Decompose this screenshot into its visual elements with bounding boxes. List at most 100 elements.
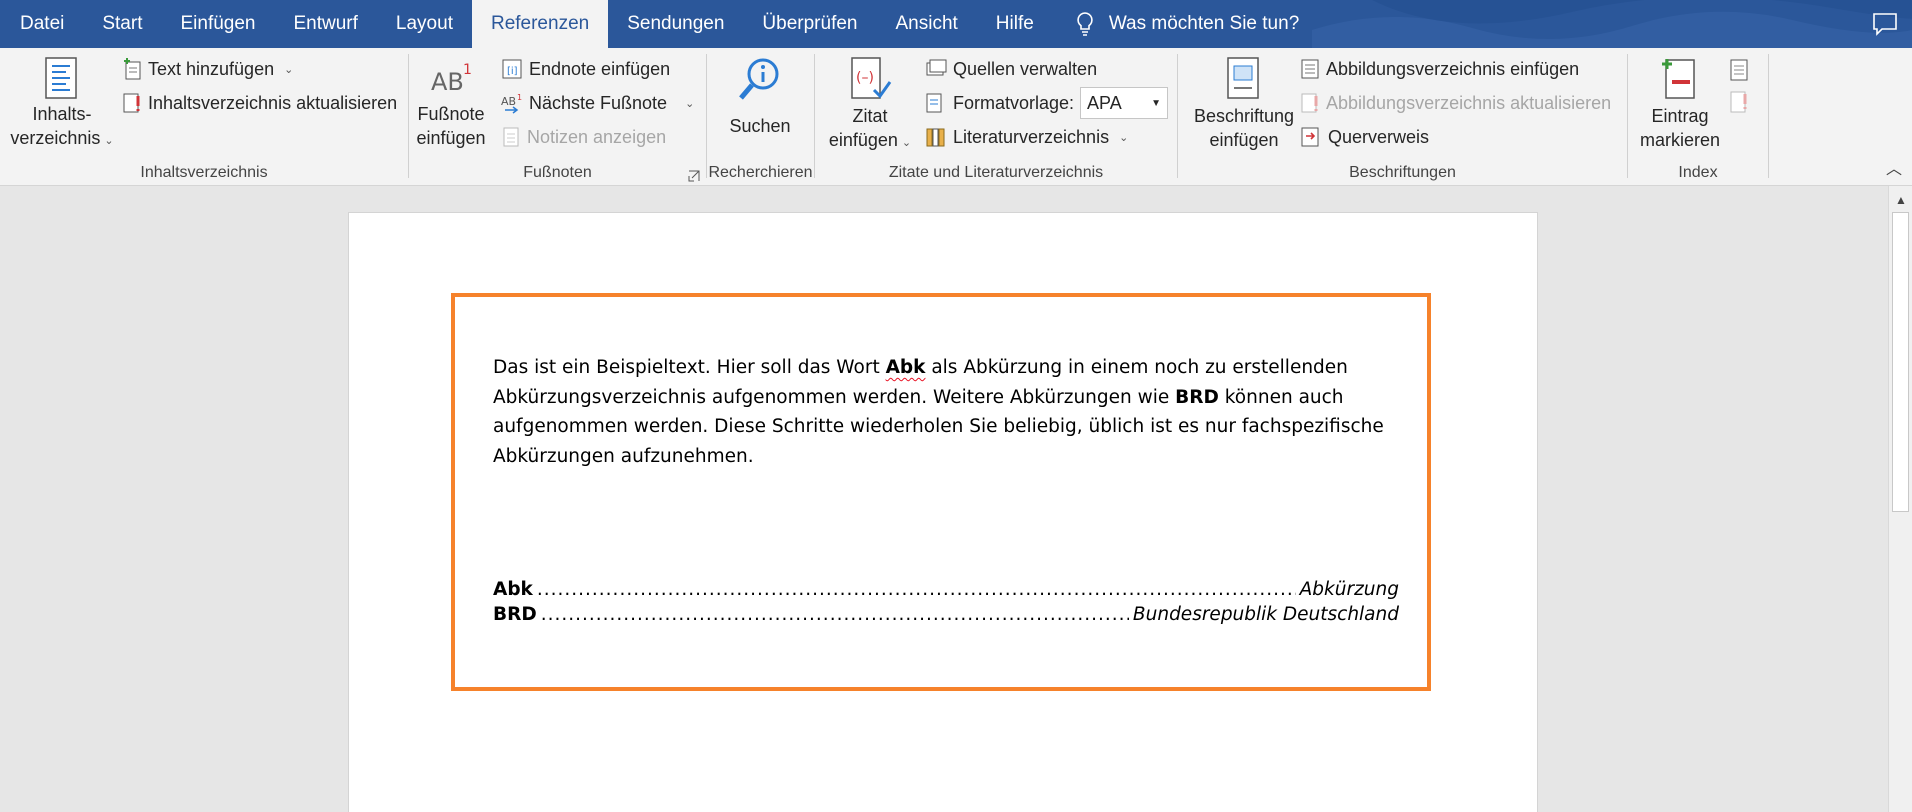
add-text-label: Text hinzufügen: [148, 58, 275, 79]
scroll-thumb[interactable]: [1892, 212, 1909, 512]
update-tof-label: Abbildungsverzeichnis aktualisieren: [1326, 92, 1612, 113]
toc-label-1: Inhalts-: [32, 104, 92, 124]
separator: [1768, 54, 1769, 178]
cross-reference-label: Querverweis: [1328, 126, 1430, 147]
insert-caption-button[interactable]: Beschriftung einfügen: [1190, 56, 1298, 152]
tab-referenzen[interactable]: Referenzen: [471, 0, 609, 48]
next-footnote-icon: AB 1: [501, 93, 522, 114]
abbreviation-abk: Abk: [885, 357, 926, 378]
insert-index-icon[interactable]: [1728, 58, 1750, 82]
style-select-value: APA: [1087, 92, 1122, 113]
manage-sources-icon: [926, 59, 947, 76]
dot-leader: [537, 579, 1296, 600]
abbreviation-brd: BRD: [1175, 386, 1219, 408]
mark-entry-icon: [1662, 59, 1695, 99]
entry-term: Abk: [493, 579, 533, 600]
manage-sources-label: Quellen verwalten: [953, 58, 1098, 79]
update-tof-button[interactable]: Abbildungsverzeichnis aktualisieren: [1300, 88, 1611, 118]
search-button[interactable]: Suchen: [717, 56, 803, 138]
svg-text:[i]: [i]: [507, 66, 518, 77]
group-zitate: (–) Zitat einfügen ⌄ Quellen verwalten Fo…: [815, 48, 1177, 186]
citation-icon: (–): [851, 57, 892, 99]
group-recherchieren: Suchen Recherchieren: [707, 48, 814, 186]
insert-endnote-button[interactable]: [i] Endnote einfügen: [501, 54, 670, 84]
tab-layout[interactable]: Layout: [377, 0, 472, 48]
next-footnote-button[interactable]: AB 1 Nächste Fußnote ⌄: [501, 88, 694, 118]
insert-citation-button[interactable]: (–) Zitat einfügen ⌄: [827, 56, 913, 155]
toc-label-2: verzeichnis ⌄: [10, 128, 114, 148]
show-notes-button[interactable]: Notizen anzeigen: [501, 122, 666, 152]
scroll-up-icon[interactable]: ▲: [1889, 190, 1912, 210]
toc-button[interactable]: Inhalts- verzeichnis ⌄: [8, 56, 116, 153]
tab-datei[interactable]: Datei: [0, 0, 83, 48]
tell-me-text: Was möchten Sie tun?: [1108, 13, 1300, 34]
group-label-recherchieren: Recherchieren: [708, 164, 813, 181]
ribbon: Inhalts- verzeichnis ⌄ Text hinzufügen ⌄ I…: [0, 48, 1912, 186]
tab-start[interactable]: Start: [83, 0, 161, 48]
entry-definition: Bundesrepublik Deutschland: [1132, 604, 1399, 625]
mark-entry-label-1: Eintrag: [1651, 106, 1709, 126]
update-index-icon[interactable]: [1728, 90, 1750, 114]
style-row: Formatvorlage: APA ▼: [925, 87, 1169, 119]
manage-sources-button[interactable]: Quellen verwalten: [925, 54, 1097, 84]
paragraph-text-1: Das ist ein Beispieltext. Hier soll das …: [493, 357, 886, 378]
background-pattern: [1312, 0, 1912, 48]
next-footnote-label: Nächste Fußnote: [529, 92, 668, 113]
group-label-index: Index: [1678, 164, 1718, 181]
tab-sendungen[interactable]: Sendungen: [608, 0, 743, 48]
svg-text:1: 1: [517, 93, 522, 102]
group-index: Eintrag markieren Index: [1628, 48, 1768, 186]
vertical-scrollbar[interactable]: ▲: [1888, 186, 1912, 812]
abbreviation-entry[interactable]: BRD Bundesrepublik Deutschland: [493, 604, 1399, 625]
svg-text:AB: AB: [431, 68, 464, 96]
citation-label-2: einfügen ⌄: [828, 130, 912, 150]
style-icon: [926, 93, 942, 113]
tab-hilfe[interactable]: Hilfe: [977, 0, 1053, 48]
search-label: Suchen: [729, 116, 791, 136]
group-label-zitate: Zitate und Literaturverzeichnis: [888, 164, 1104, 181]
svg-text:(–): (–): [856, 70, 874, 86]
style-label: Formatvorlage:: [953, 92, 1075, 113]
insert-endnote-label: Endnote einfügen: [529, 58, 671, 79]
update-toc-label: Inhaltsverzeichnis aktualisieren: [148, 92, 398, 113]
svg-text:AB: AB: [501, 95, 516, 108]
body-paragraph[interactable]: Das ist ein Beispieltext. Hier soll das …: [493, 353, 1403, 471]
group-inhaltsverzeichnis: Inhalts- verzeichnis ⌄ Text hinzufügen ⌄ I…: [0, 48, 408, 186]
collapse-ribbon-icon[interactable]: ︿: [1886, 155, 1902, 179]
insert-tof-label: Abbildungsverzeichnis einfügen: [1326, 58, 1580, 79]
table-of-figures-icon: [1301, 59, 1319, 79]
group-label-fussnoten: Fußnoten: [523, 164, 592, 181]
footnote-icon: AB 1: [431, 62, 472, 96]
tab-ueberpruefen[interactable]: Überprüfen: [743, 0, 876, 48]
dialog-launcher-icon[interactable]: [688, 170, 700, 182]
lightbulb-icon: [1077, 12, 1093, 36]
insert-footnote-button[interactable]: AB 1 Fußnote einfügen: [413, 56, 489, 150]
ribbon-tabs: Datei Start Einfügen Entwurf Layout Refe…: [0, 0, 1299, 48]
update-toc-button[interactable]: Inhaltsverzeichnis aktualisieren: [122, 88, 397, 118]
endnote-icon: [i]: [502, 59, 522, 79]
bibliography-button[interactable]: Literaturverzeichnis ⌄: [925, 122, 1128, 152]
title-tab-bar: Datei Start Einfügen Entwurf Layout Refe…: [0, 0, 1912, 48]
document-area: Das ist ein Beispieltext. Hier soll das …: [0, 186, 1888, 812]
tab-einfuegen[interactable]: Einfügen: [161, 0, 274, 48]
dot-leader: [541, 604, 1129, 625]
document-page[interactable]: Das ist ein Beispieltext. Hier soll das …: [348, 212, 1538, 812]
tab-entwurf[interactable]: Entwurf: [275, 0, 377, 48]
insert-tof-button[interactable]: Abbildungsverzeichnis einfügen: [1300, 54, 1579, 84]
mark-entry-button[interactable]: Eintrag markieren: [1634, 56, 1726, 152]
group-label-inhaltsverzeichnis: Inhaltsverzeichnis: [140, 164, 268, 181]
tell-me-box[interactable]: Was möchten Sie tun?: [1053, 0, 1299, 48]
add-text-button[interactable]: Text hinzufügen ⌄: [122, 54, 293, 84]
abbreviation-entry[interactable]: Abk Abkürzung: [493, 579, 1399, 600]
show-notes-label: Notizen anzeigen: [527, 126, 667, 147]
caption-label-2: einfügen: [1209, 130, 1279, 150]
style-select[interactable]: APA ▼: [1080, 87, 1169, 119]
search-icon: [739, 58, 779, 100]
comments-icon[interactable]: [1872, 12, 1898, 36]
cross-reference-button[interactable]: Querverweis: [1300, 122, 1429, 152]
bibliography-label: Literaturverzeichnis: [953, 126, 1110, 147]
update-table-icon: [123, 93, 140, 113]
svg-text:1: 1: [463, 62, 472, 78]
tab-ansicht[interactable]: Ansicht: [876, 0, 976, 48]
add-text-icon: [124, 58, 141, 80]
